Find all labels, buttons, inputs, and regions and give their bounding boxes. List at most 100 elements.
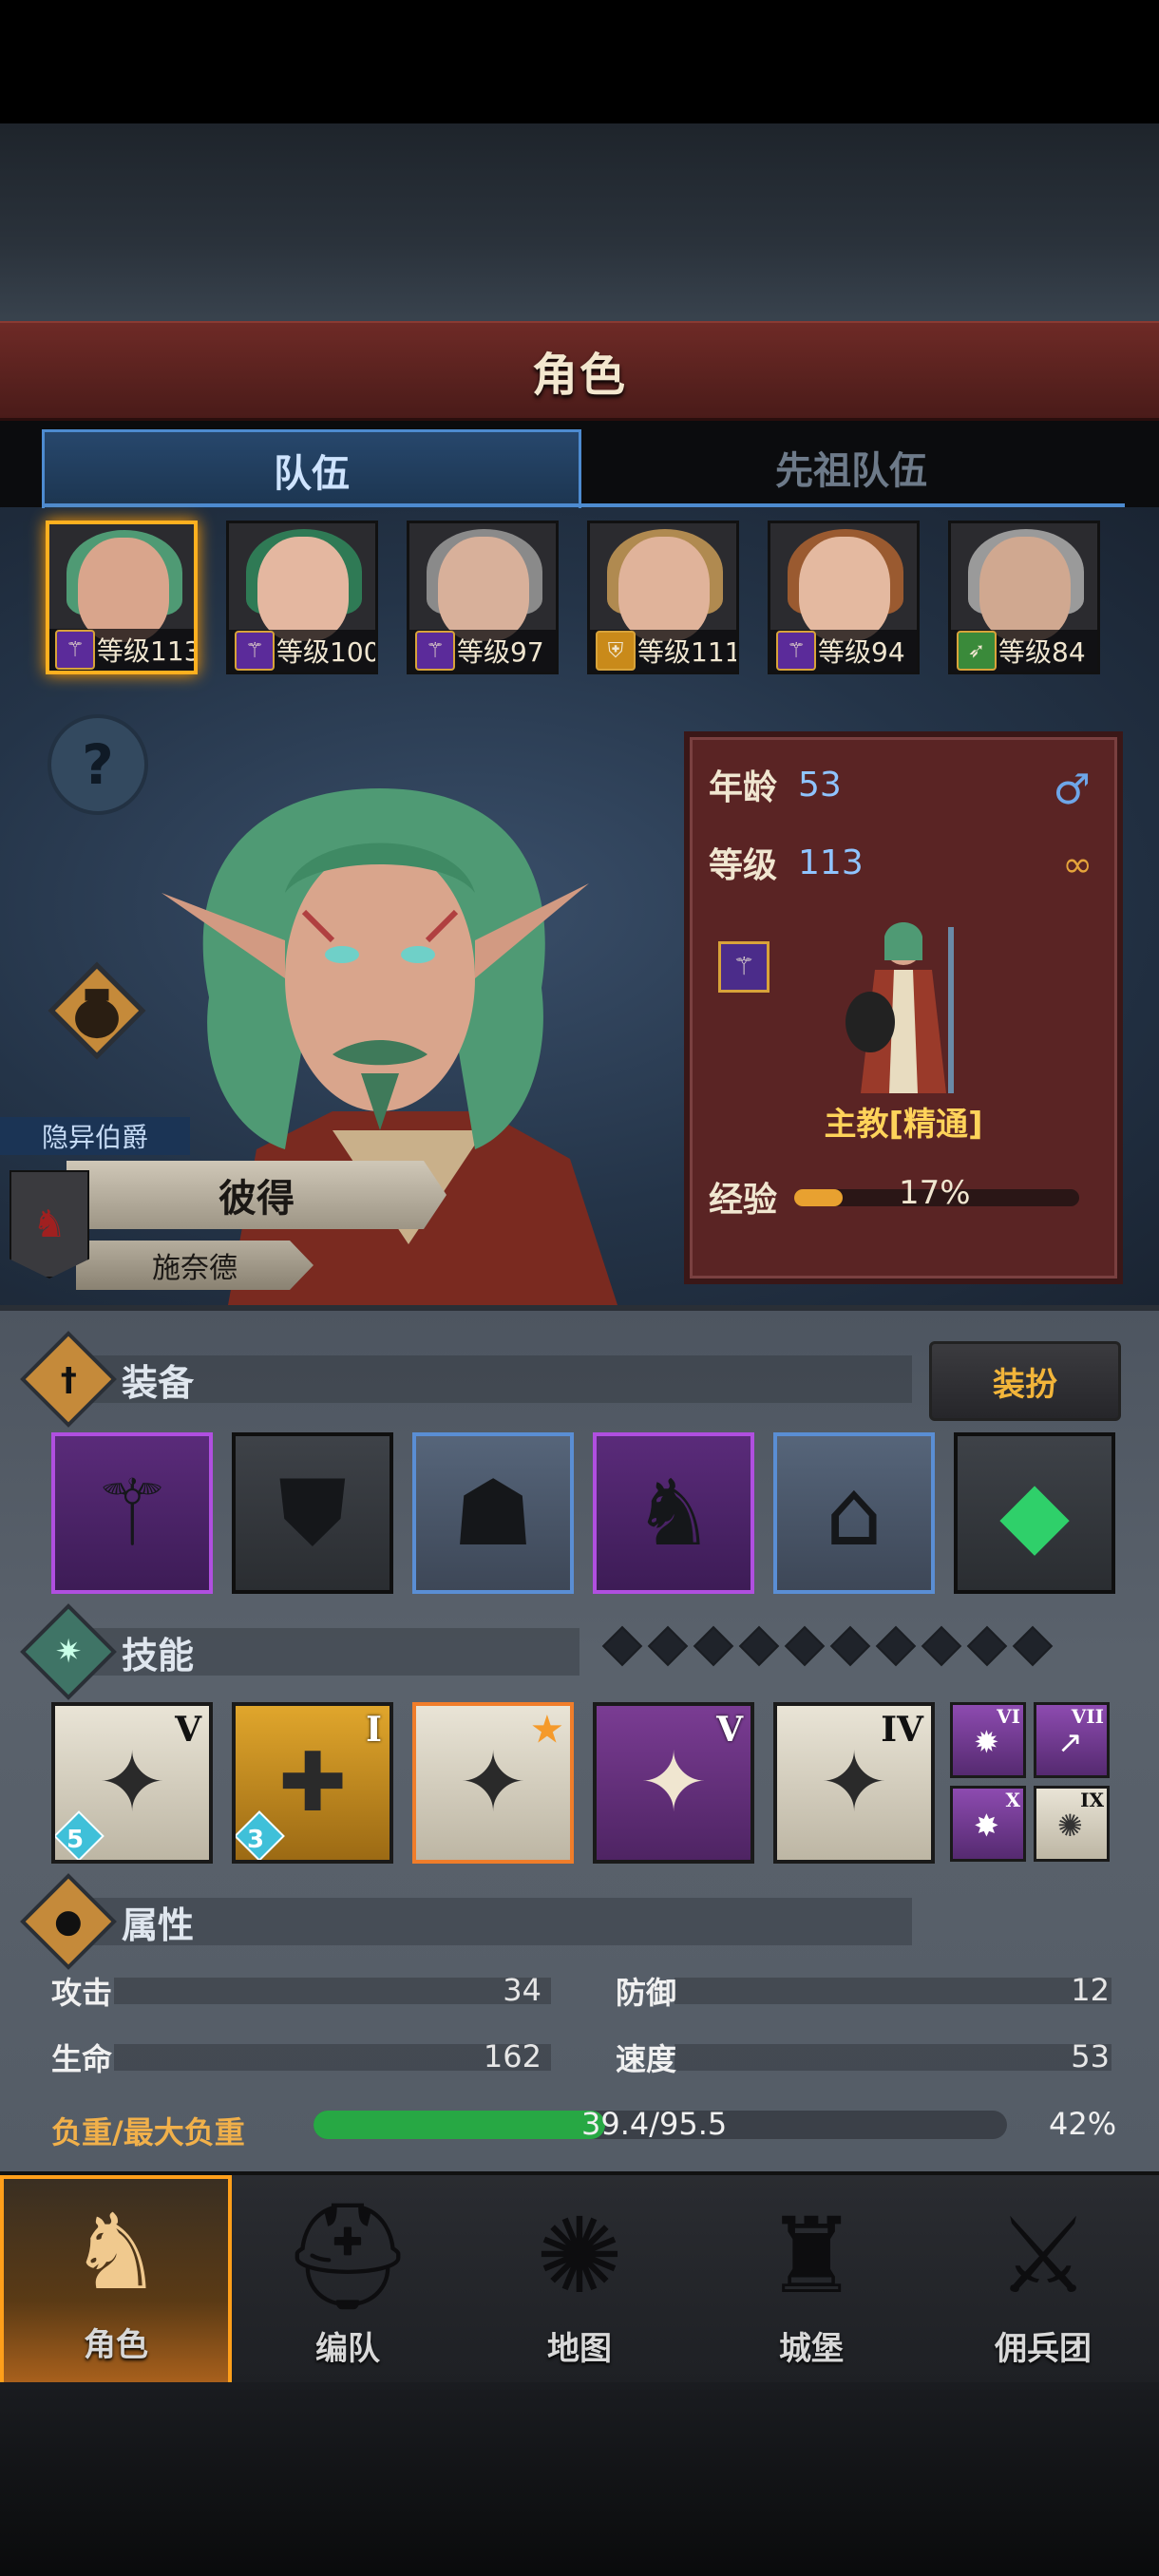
class-staff-icon: ⚚ bbox=[776, 631, 816, 671]
member-level: 等级97 bbox=[457, 636, 544, 668]
character-stats-panel: 年龄 53 ♂ 等级 113 ∞ ⚚ 主教[精通] 经验 17% bbox=[684, 731, 1123, 1284]
skill-gem-count: 3 bbox=[247, 1826, 265, 1854]
top-background bbox=[0, 123, 1159, 323]
question-icon: ? bbox=[82, 732, 114, 797]
robe-icon: ♞ bbox=[632, 1460, 715, 1566]
party-member[interactable]: ⚚ 等级113 bbox=[46, 521, 198, 674]
party-member[interactable]: ⚚ 等级100 bbox=[226, 521, 378, 674]
equipment-slot-staff[interactable]: ⚚ bbox=[51, 1432, 213, 1594]
mercenary-icon: ⚔ bbox=[996, 2195, 1091, 2317]
speed-value: 53 bbox=[1071, 2038, 1110, 2074]
title-bar: 角色 bbox=[0, 321, 1159, 421]
age-value: 53 bbox=[798, 765, 842, 805]
member-face bbox=[257, 537, 349, 641]
class-staff-icon: ⚚ bbox=[55, 630, 95, 670]
load-percent: 42% bbox=[1049, 2106, 1117, 2142]
passive-skill-icon: ↗ bbox=[1057, 1724, 1083, 1760]
nav-formation[interactable]: ⛑ 编队 bbox=[232, 2175, 466, 2386]
party-tabs: 队伍 先祖队伍 bbox=[42, 429, 1125, 509]
skill-gem-count: 5 bbox=[66, 1826, 85, 1854]
attributes-title: 属性 bbox=[122, 1904, 195, 1946]
castle-icon: ♜ bbox=[764, 2195, 859, 2317]
party-member[interactable]: ⚚ 等级97 bbox=[407, 521, 559, 674]
passive-skill-icon: ✺ bbox=[1057, 1808, 1083, 1844]
attributes-header: ● 属性 bbox=[25, 1878, 195, 1965]
age-label: 年龄 bbox=[709, 768, 778, 807]
dress-up-button[interactable]: 装扮 bbox=[929, 1341, 1121, 1421]
character-name[interactable]: 彼得 bbox=[66, 1161, 446, 1229]
passive-skill-slot[interactable]: ✸ X bbox=[950, 1786, 1026, 1862]
member-level: 等级113 bbox=[97, 635, 198, 667]
class-staff-icon: ⚚ bbox=[235, 631, 275, 671]
passive-skill-rank: X bbox=[1005, 1789, 1020, 1811]
attack-label: 攻击 bbox=[51, 1975, 113, 2011]
speed-label: 速度 bbox=[616, 2041, 677, 2077]
party-member[interactable]: ➶ 等级84 bbox=[948, 521, 1100, 674]
nav-map[interactable]: ✺ 地图 bbox=[464, 2175, 697, 2386]
hood-icon: ☗ bbox=[451, 1460, 535, 1566]
member-face bbox=[979, 537, 1071, 641]
nav-character[interactable]: ♞ 角色 bbox=[0, 2175, 232, 2386]
noble-title-tag[interactable]: 隐异伯爵 bbox=[0, 1117, 190, 1155]
tab-ancestor-party[interactable]: 先祖队伍 bbox=[578, 429, 1125, 505]
nav-castle[interactable]: ♜ 城堡 bbox=[695, 2175, 929, 2386]
knight-icon: ♞ bbox=[68, 2191, 163, 2313]
family-banner-icon[interactable]: ♞ bbox=[10, 1170, 89, 1279]
nav-mercenaries[interactable]: ⚔ 佣兵团 bbox=[927, 2175, 1159, 2386]
member-level: 等级84 bbox=[998, 636, 1086, 668]
skill-rank: I bbox=[366, 1710, 382, 1750]
equipment-slot-gem-amulet[interactable]: ◆ bbox=[954, 1432, 1115, 1594]
exp-bar-fill bbox=[794, 1189, 843, 1206]
passive-skill-slot[interactable]: ✺ IX bbox=[1034, 1786, 1110, 1862]
equipment-slot-shield[interactable]: ⛊ bbox=[232, 1432, 393, 1594]
class-figure bbox=[846, 922, 954, 1093]
skills-title: 技能 bbox=[122, 1634, 195, 1676]
passive-skill-icon: ✹ bbox=[974, 1724, 999, 1760]
skill-slot[interactable]: ✦ V 5 bbox=[51, 1702, 213, 1864]
member-level: 等级111 bbox=[637, 636, 739, 668]
male-icon: ♂ bbox=[1053, 766, 1091, 814]
staff-icon: ⚚ bbox=[90, 1460, 174, 1566]
class-staff-icon[interactable]: ⚚ bbox=[718, 941, 770, 993]
skill-slot[interactable]: ✦ V bbox=[593, 1702, 754, 1864]
skill-slot[interactable]: ✦ IV bbox=[773, 1702, 935, 1864]
skill-slot[interactable]: ✦ ★ bbox=[412, 1702, 574, 1864]
tab-underline bbox=[42, 503, 1125, 507]
attack-value: 34 bbox=[503, 1972, 542, 2008]
tab-party[interactable]: 队伍 bbox=[42, 429, 581, 508]
passive-skill-slot[interactable]: ✹ VI bbox=[950, 1702, 1026, 1778]
help-button[interactable]: ? bbox=[48, 714, 148, 815]
hp-label: 生命 bbox=[51, 2041, 113, 2077]
gem-amulet-icon: ◆ bbox=[999, 1460, 1070, 1566]
character-surname: 施奈德 bbox=[76, 1241, 314, 1290]
passive-skill-rank: VI bbox=[997, 1705, 1020, 1728]
skill-points-indicator bbox=[601, 1625, 1054, 1667]
equipment-slot-boots[interactable]: ⌂ bbox=[773, 1432, 935, 1594]
dagger-icon: † bbox=[25, 1335, 112, 1423]
class-shield-icon: ⛨ bbox=[596, 631, 636, 671]
skill-rank: V bbox=[175, 1710, 201, 1750]
class-bow-icon: ➶ bbox=[957, 631, 997, 671]
defense-value: 12 bbox=[1071, 1972, 1110, 2008]
exp-percent: 17% bbox=[899, 1174, 971, 1212]
party-member[interactable]: ⚚ 等级94 bbox=[768, 521, 920, 674]
equipment-slot-hood[interactable]: ☗ bbox=[412, 1432, 574, 1594]
pouch-icon[interactable] bbox=[48, 961, 146, 1060]
ring-icon[interactable]: ∞ bbox=[1062, 843, 1092, 885]
boots-icon: ⌂ bbox=[825, 1460, 884, 1566]
skills-header: ✷ 技能 bbox=[25, 1608, 195, 1695]
equipment-slot-robe[interactable]: ♞ bbox=[593, 1432, 754, 1594]
skill-rank: ★ bbox=[531, 1710, 562, 1750]
hp-value: 162 bbox=[483, 2038, 542, 2074]
skill-rank: IV bbox=[881, 1710, 923, 1750]
member-face bbox=[438, 537, 529, 641]
skill-slot[interactable]: ✚ I 3 bbox=[232, 1702, 393, 1864]
level-value: 113 bbox=[798, 843, 864, 882]
equipment-header: † 装备 bbox=[25, 1335, 194, 1423]
passive-skill-slot[interactable]: ↗ VII bbox=[1034, 1702, 1110, 1778]
level-label: 等级 bbox=[709, 846, 778, 885]
party-member[interactable]: ⛨ 等级111 bbox=[587, 521, 739, 674]
load-label: 负重/最大负重 bbox=[51, 2114, 245, 2150]
passive-skill-icon: ✸ bbox=[974, 1808, 999, 1844]
party-member-list: ⚚ 等级113 ⚚ 等级100 ⚚ 等级97 ⛨ 等级111 ⚚ 等级94 ➶ 等级84 bbox=[46, 521, 1113, 678]
